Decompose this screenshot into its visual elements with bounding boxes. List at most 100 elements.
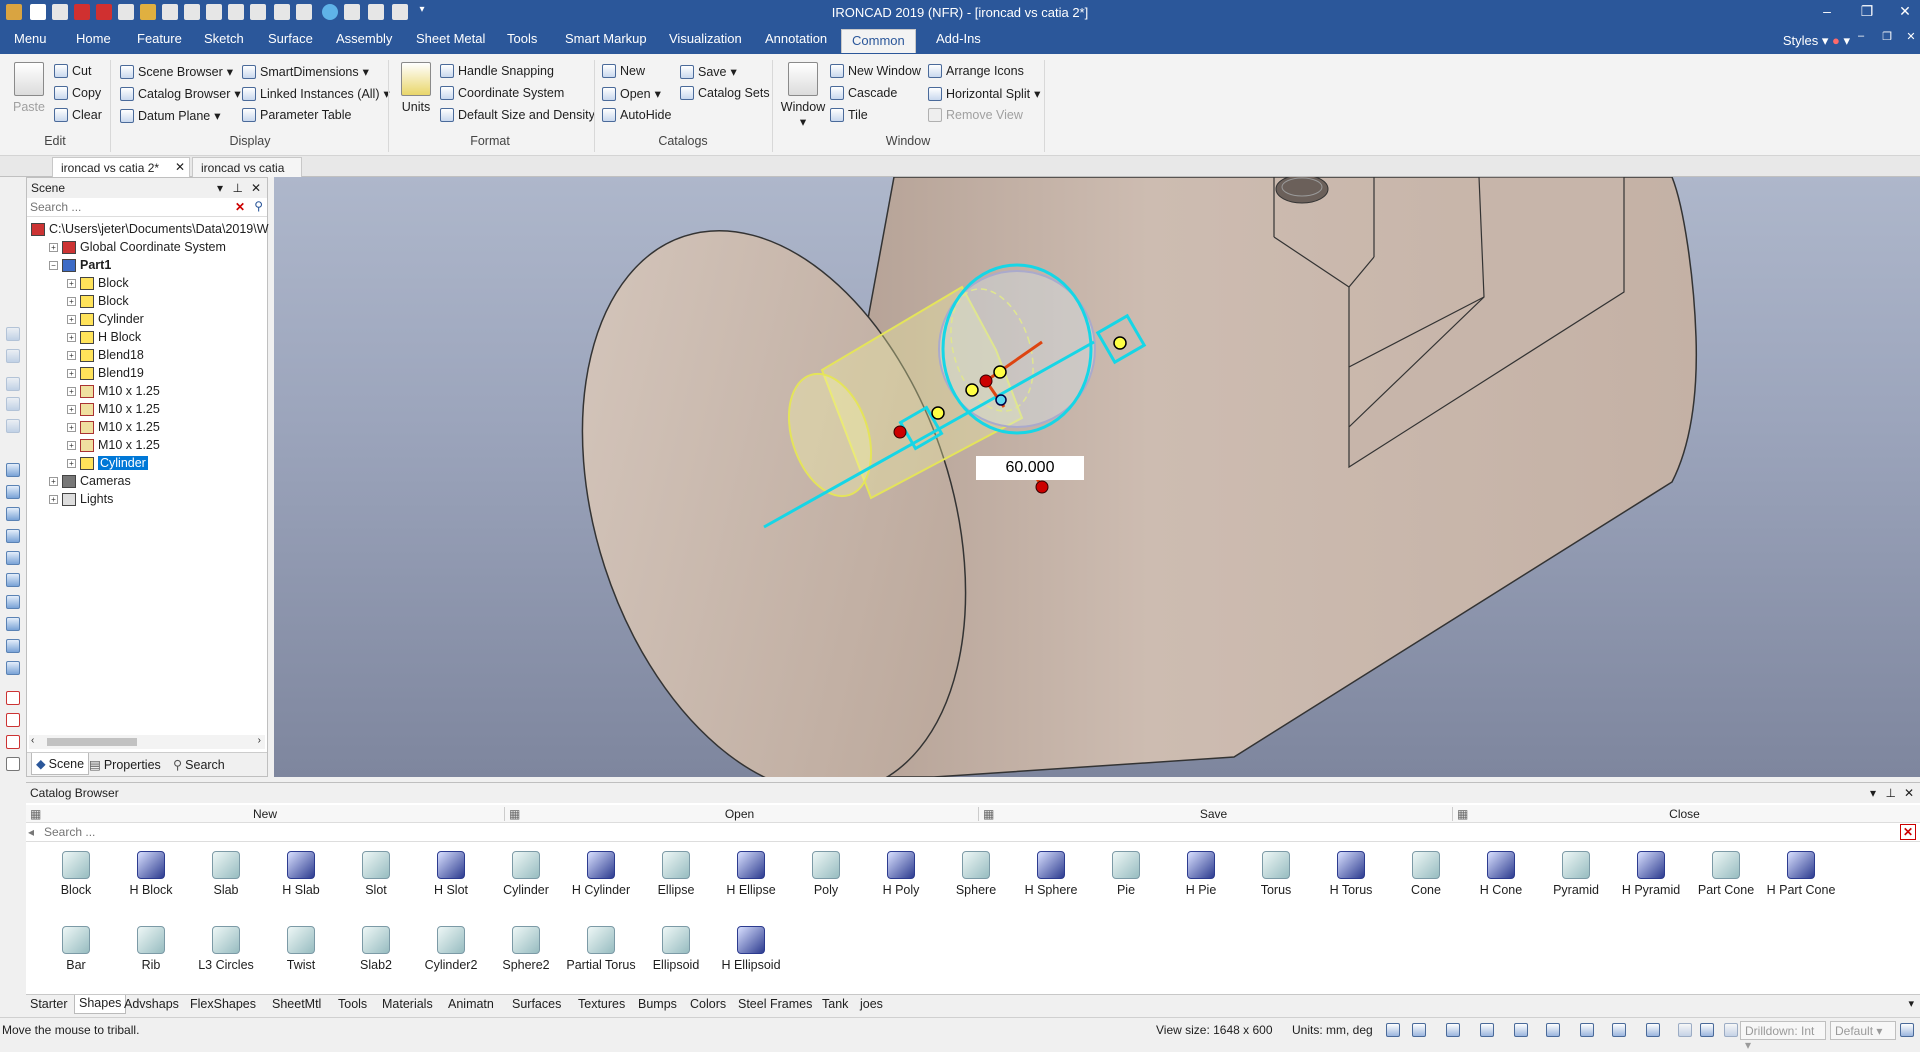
view-front-icon[interactable] xyxy=(6,463,20,477)
tab-common[interactable]: Common xyxy=(841,29,916,53)
tab-smart-markup[interactable]: Smart Markup xyxy=(565,31,647,46)
lighting-icon[interactable] xyxy=(1646,1023,1660,1037)
view-right-icon[interactable] xyxy=(6,529,20,543)
catalog-new-button[interactable]: New xyxy=(602,64,645,78)
expand-icon[interactable]: + xyxy=(49,494,58,504)
camera-icon[interactable] xyxy=(1514,1023,1528,1037)
pin-icon[interactable]: ⊥ xyxy=(1886,786,1896,800)
view-icon[interactable] xyxy=(6,617,20,631)
catalog-shape-item[interactable]: Cylinder xyxy=(484,851,568,897)
pointer-icon[interactable] xyxy=(1724,1023,1738,1037)
catalog-shape-item[interactable]: H Part Cone xyxy=(1759,851,1843,897)
tab-sheet-metal[interactable]: Sheet Metal xyxy=(416,31,485,46)
catalog-shape-item[interactable]: Pyramid xyxy=(1534,851,1618,897)
close-panel-icon[interactable]: ✕ xyxy=(251,181,261,195)
catalog-tab[interactable]: Bumps xyxy=(638,997,677,1011)
triball-icon[interactable] xyxy=(6,691,20,705)
catalog-shape-item[interactable]: Cylinder2 xyxy=(409,926,493,972)
expand-icon[interactable]: + xyxy=(67,458,76,468)
catalog-open-button[interactable]: ▦ Open xyxy=(504,807,974,821)
coordinate-system-button[interactable]: Coordinate System xyxy=(440,86,564,100)
search-options-icon[interactable]: ⚲ xyxy=(254,199,263,213)
tool-icon[interactable] xyxy=(6,327,20,341)
tree-node[interactable]: + Blend19 xyxy=(67,364,144,382)
view-icon[interactable] xyxy=(6,661,20,675)
catalog-tab[interactable]: Textures xyxy=(578,997,625,1011)
shading-icon[interactable] xyxy=(1612,1023,1626,1037)
catalog-shape-item[interactable]: Twist xyxy=(259,926,343,972)
clear-search-icon[interactable]: ✕ xyxy=(235,200,245,214)
catalog-shape-item[interactable]: H Slab xyxy=(259,851,343,897)
doc-close-icon[interactable]: ✕ xyxy=(1896,30,1920,50)
view-iso-icon[interactable] xyxy=(6,595,20,609)
options-icon[interactable] xyxy=(1900,1023,1914,1037)
catalog-shape-item[interactable]: H Poly xyxy=(859,851,943,897)
parameter-table-button[interactable]: Parameter Table xyxy=(242,108,352,122)
view-icon[interactable] xyxy=(6,639,20,653)
catalog-shape-item[interactable]: Torus xyxy=(1234,851,1318,897)
tab-properties[interactable]: ▤ Properties xyxy=(89,757,161,773)
catalog-tab[interactable]: Tools xyxy=(338,997,367,1011)
smart-dimensions-button[interactable]: SmartDimensions ▾ xyxy=(242,64,369,79)
styles-dropdown[interactable]: Styles ▾ ● ▾ xyxy=(1783,33,1850,49)
section-icon[interactable] xyxy=(1546,1023,1560,1037)
tab-tools[interactable]: Tools xyxy=(507,31,537,46)
catalog-tab[interactable]: Advshaps xyxy=(124,997,179,1011)
dimension-value-label[interactable]: 60.000 xyxy=(976,456,1084,480)
expand-icon[interactable]: + xyxy=(67,314,76,324)
tab-search[interactable]: ⚲ Search xyxy=(173,757,225,773)
catalog-shape-item[interactable]: Sphere xyxy=(934,851,1018,897)
view-top-icon[interactable] xyxy=(6,551,20,565)
linked-instances-button[interactable]: Linked Instances (All) ▾ xyxy=(242,86,390,101)
doc-tab-ironcad-vs-catia-2[interactable]: ironcad vs catia 2* ✕ xyxy=(52,157,190,177)
tree-node[interactable]: + Cylinder xyxy=(67,454,148,472)
minimize-icon[interactable]: – xyxy=(1812,3,1842,23)
catalog-tab[interactable]: FlexShapes xyxy=(190,997,256,1011)
catalog-shape-item[interactable]: Ellipsoid xyxy=(634,926,718,972)
tool-icon[interactable] xyxy=(6,397,20,411)
catalog-shape-item[interactable]: Pie xyxy=(1084,851,1168,897)
catalog-open-button[interactable]: Open ▾ xyxy=(602,86,661,101)
catalog-shape-item[interactable]: H Pyramid xyxy=(1609,851,1693,897)
tab-annotation[interactable]: Annotation xyxy=(765,31,827,46)
arrange-icons-button[interactable]: Arrange Icons xyxy=(928,64,1024,78)
help-icon[interactable]: ● xyxy=(1832,33,1840,48)
tabs-scroll-icon[interactable]: ▾ xyxy=(1908,997,1914,1010)
tree-node[interactable]: + Blend18 xyxy=(67,346,144,364)
3d-viewport[interactable]: 60.000 xyxy=(274,177,1920,777)
catalog-sets-button[interactable]: Catalog Sets xyxy=(680,86,770,100)
clear-button[interactable]: Clear xyxy=(54,108,102,122)
zoom-window-icon[interactable] xyxy=(1412,1023,1426,1037)
collapse-icon[interactable]: − xyxy=(49,260,58,270)
expand-icon[interactable]: + xyxy=(49,242,58,252)
tile-button[interactable]: Tile xyxy=(830,108,868,122)
cut-button[interactable]: Cut xyxy=(54,64,91,78)
scroll-left-icon[interactable]: ‹ xyxy=(31,735,34,746)
catalog-shape-item[interactable]: H Ellipsoid xyxy=(709,926,793,972)
catalog-shape-item[interactable]: Cone xyxy=(1384,851,1468,897)
tab-feature[interactable]: Feature xyxy=(137,31,182,46)
scrollbar-thumb[interactable] xyxy=(47,738,137,746)
catalog-shape-item[interactable]: H Ellipse xyxy=(709,851,793,897)
tool-icon[interactable] xyxy=(6,419,20,433)
display-icon[interactable] xyxy=(1580,1023,1594,1037)
expand-icon[interactable]: + xyxy=(67,368,76,378)
tab-home[interactable]: Home xyxy=(76,31,111,46)
autohide-button[interactable]: AutoHide xyxy=(602,108,671,122)
catalog-shape-item[interactable]: Bar xyxy=(34,926,118,972)
tree-node[interactable]: + Block xyxy=(67,292,129,310)
catalog-shape-item[interactable]: H Block xyxy=(109,851,193,897)
tree-node[interactable]: + H Block xyxy=(67,328,141,346)
tab-sketch[interactable]: Sketch xyxy=(204,31,244,46)
tree-node[interactable]: − Part1 xyxy=(49,256,111,274)
expand-icon[interactable]: + xyxy=(67,296,76,306)
back-arrow-icon[interactable]: ◂ xyxy=(28,825,34,839)
tab-visualization[interactable]: Visualization xyxy=(669,31,742,46)
close-panel-icon[interactable]: ✕ xyxy=(1904,786,1914,800)
catalog-shape-item[interactable]: H Pie xyxy=(1159,851,1243,897)
scroll-right-icon[interactable]: › xyxy=(258,735,261,746)
catalog-shape-item[interactable]: Ellipse xyxy=(634,851,718,897)
expand-icon[interactable]: + xyxy=(67,386,76,396)
catalog-save-button[interactable]: Save ▾ xyxy=(680,64,737,79)
new-window-button[interactable]: New Window xyxy=(830,64,921,78)
